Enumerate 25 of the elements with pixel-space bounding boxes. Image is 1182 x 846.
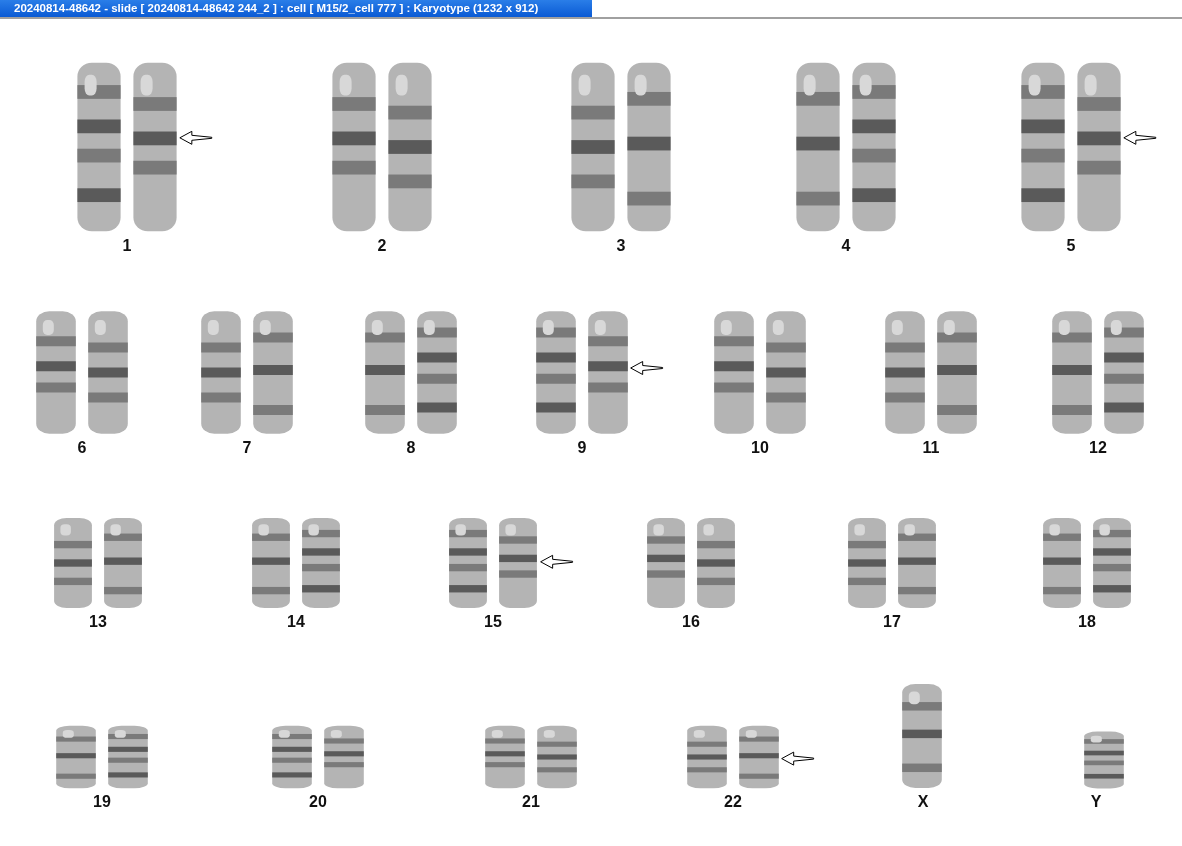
chromosome-label: 2 — [377, 237, 387, 255]
chromosome-label: Y — [1090, 793, 1102, 811]
chromosome-label: X — [917, 793, 929, 811]
chromosome-label: 14 — [287, 613, 305, 631]
chromosome-label: 16 — [682, 613, 700, 631]
chromosome-label: 18 — [1078, 613, 1096, 631]
chromosome-label: 12 — [1089, 439, 1107, 457]
chromosome-label: 3 — [616, 237, 626, 255]
chromosome-label: 13 — [89, 613, 107, 631]
chromosome-label: 1 — [122, 237, 132, 255]
chromosome-label: 10 — [751, 439, 769, 457]
chromosome-label: 21 — [522, 793, 540, 811]
chromosome-label: 20 — [309, 793, 327, 811]
chromosome-label: 6 — [77, 439, 87, 457]
chromosome-label: 7 — [242, 439, 252, 457]
chromosome-label: 11 — [922, 439, 940, 457]
chromosome-label: 4 — [841, 237, 851, 255]
chromosome-label: 9 — [577, 439, 587, 457]
chromosome-label: 15 — [484, 613, 502, 631]
chromosome-label: 17 — [883, 613, 901, 631]
chromosome-label: 22 — [724, 793, 742, 811]
chromosome-label: 19 — [93, 793, 111, 811]
window-title: 20240814-48642 - slide [ 20240814-48642 244_2 ] : cell [ M15/2_cell 777 ] : Karyotype (1232 x 912) — [0, 0, 592, 17]
chromosome-label: 8 — [406, 439, 416, 457]
chromosome-label: 5 — [1066, 237, 1076, 255]
